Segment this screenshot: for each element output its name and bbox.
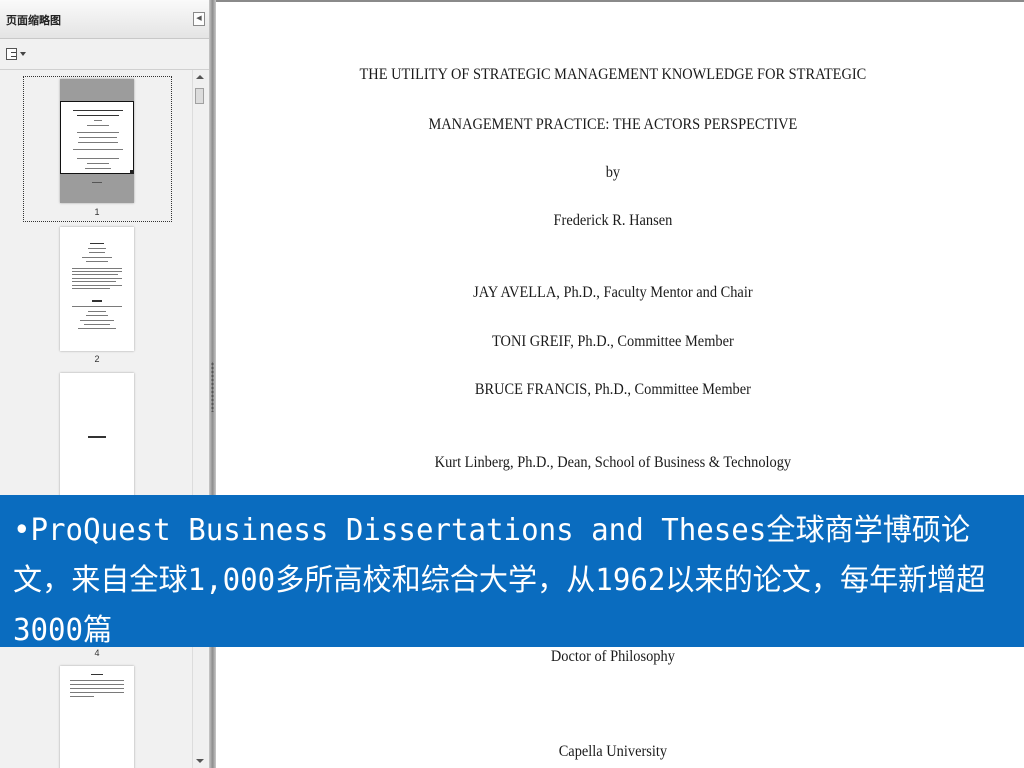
info-banner: •ProQuest Business Dissertations and The…	[0, 495, 1024, 648]
thumbnail-label: 2	[94, 354, 100, 364]
collapse-left-icon[interactable]: ◀	[193, 12, 205, 26]
panel-title: 页面缩略图	[6, 14, 61, 27]
author-name: Frederick R. Hansen	[553, 212, 673, 229]
thumbnail-page-2[interactable]	[60, 227, 134, 351]
thumbnail-page-1[interactable]	[60, 79, 134, 203]
banner-text: •ProQuest Business Dissertations and The…	[13, 513, 986, 648]
viewport-indicator	[60, 101, 134, 174]
by-line: by	[605, 164, 621, 181]
panel-header: 页面缩略图 ◀	[0, 0, 209, 39]
committee-chair: JAY AVELLA, Ph.D., Faculty Mentor and Ch…	[473, 284, 753, 301]
thumbnail-options-icon[interactable]	[6, 48, 28, 62]
dean-line: Kurt Linberg, Ph.D., Dean, School of Bus…	[434, 454, 792, 471]
thumbnail-page-3[interactable]	[60, 373, 134, 497]
committee-member: TONI GREIF, Ph.D., Committee Member	[492, 333, 734, 350]
committee-member: BRUCE FRANCIS, Ph.D., Committee Member	[474, 381, 751, 398]
splitter-grip-icon	[211, 362, 214, 412]
thumbnail-label: 1	[94, 207, 100, 217]
scroll-up-icon[interactable]	[196, 75, 204, 79]
document-title-line-2: MANAGEMENT PRACTICE: THE ACTORS PERSPECT…	[428, 116, 798, 133]
thumbnail-list[interactable]: 1 2 4	[0, 70, 192, 768]
scroll-thumb[interactable]	[195, 88, 204, 104]
thumbnail-page-5[interactable]	[60, 666, 134, 768]
scroll-down-icon[interactable]	[196, 759, 204, 763]
document-title-line-1: THE UTILITY OF STRATEGIC MANAGEMENT KNOW…	[359, 66, 867, 83]
panel-toolbar	[0, 39, 209, 70]
university-line: Capella University	[558, 743, 668, 760]
thumbnail-scrollbar[interactable]	[192, 70, 207, 768]
